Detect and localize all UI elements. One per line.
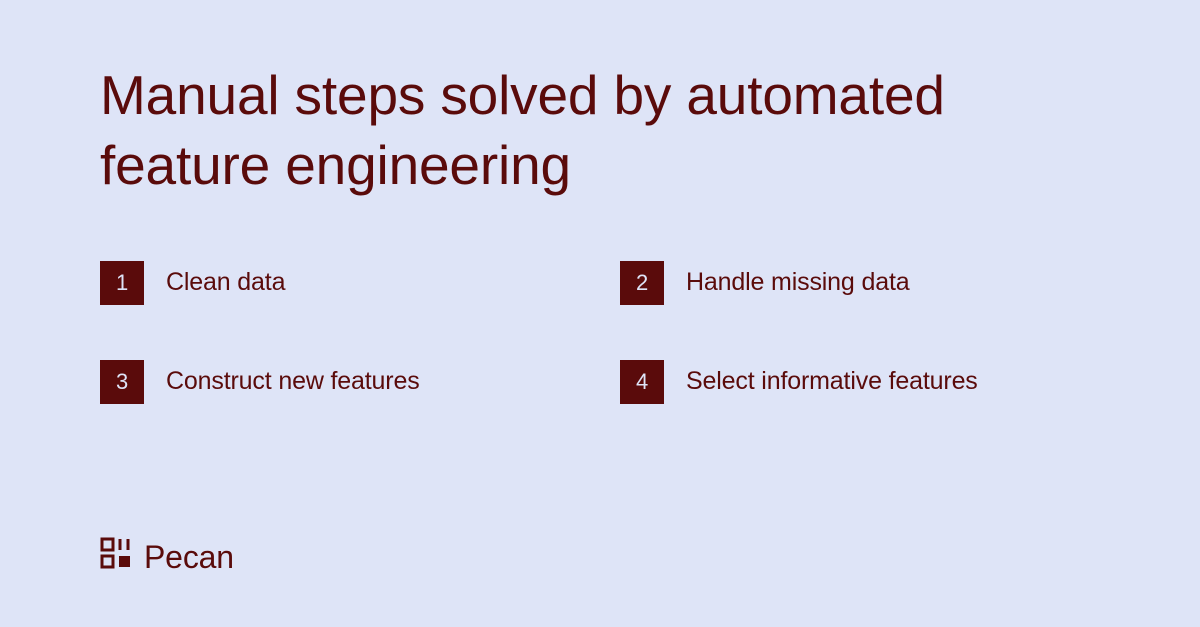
step-label: Clean data [166, 268, 285, 297]
step-label: Construct new features [166, 367, 420, 396]
step-number-badge: 1 [100, 261, 144, 305]
step-item: 1 Clean data [100, 261, 580, 305]
step-item: 2 Handle missing data [620, 261, 1100, 305]
step-item: 3 Construct new features [100, 360, 580, 404]
step-number-badge: 2 [620, 261, 664, 305]
slide-title: Manual steps solved by automated feature… [100, 60, 1100, 201]
steps-grid: 1 Clean data 2 Handle missing data 3 Con… [100, 261, 1100, 404]
step-label: Select informative features [686, 367, 978, 396]
step-number-badge: 4 [620, 360, 664, 404]
brand-name: Pecan [144, 539, 234, 576]
step-label: Handle missing data [686, 268, 909, 297]
step-number-badge: 3 [100, 360, 144, 404]
pecan-logo-icon [100, 537, 132, 577]
brand-logo: Pecan [100, 537, 1100, 577]
step-item: 4 Select informative features [620, 360, 1100, 404]
slide: Manual steps solved by automated feature… [0, 0, 1200, 627]
